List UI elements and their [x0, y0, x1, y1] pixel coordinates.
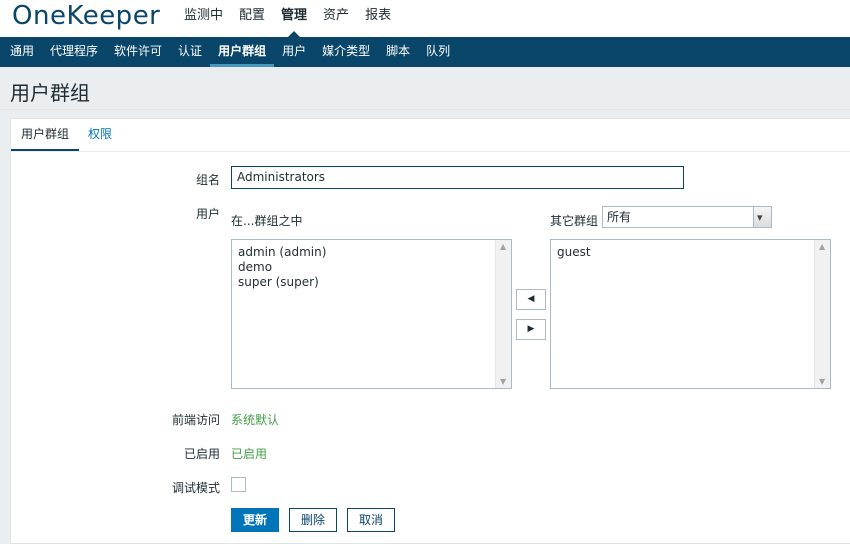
main-menu: 监测中 配置 管理 资产 报表: [176, 0, 399, 37]
submenu-item-user-groups[interactable]: 用户群组: [210, 37, 275, 67]
list-item[interactable]: demo: [238, 260, 326, 275]
submenu-item-general[interactable]: 通用: [2, 37, 42, 67]
move-right-button[interactable]: ▶: [516, 319, 546, 340]
menu-item-configuration[interactable]: 配置: [231, 0, 273, 37]
other-groups-label: 其它群组: [550, 214, 599, 228]
other-users-list[interactable]: guest ▲ ▼: [550, 239, 831, 389]
submenu-item-authentication[interactable]: 认证: [170, 37, 210, 67]
sub-menu: 通用 代理程序 软件许可 认证 用户群组 用户 媒介类型 脚本 队列: [0, 37, 850, 67]
in-group-list-scrollbar[interactable]: ▲ ▼: [495, 240, 511, 388]
menu-item-administration[interactable]: 管理: [273, 0, 315, 37]
submenu-item-media-types[interactable]: 媒介类型: [314, 37, 378, 67]
scroll-down-icon[interactable]: ▼: [500, 377, 506, 386]
submenu-item-proxies[interactable]: 代理程序: [42, 37, 106, 67]
cancel-button[interactable]: 取消: [347, 508, 395, 532]
submenu-item-license[interactable]: 软件许可: [106, 37, 170, 67]
debug-mode-label: 调试模式: [171, 481, 220, 495]
top-header: OneKeeper 监测中 配置 管理 资产 报表: [0, 0, 850, 37]
page-header: 用户群组: [0, 67, 850, 110]
submenu-item-users[interactable]: 用户: [274, 37, 314, 67]
menu-item-administration-label: 管理: [281, 8, 308, 23]
frontend-access-value[interactable]: 系统默认: [231, 411, 279, 428]
move-left-button[interactable]: ◀: [516, 289, 546, 310]
users-label: 用户: [195, 207, 220, 221]
other-groups-select[interactable]: 所有 ▾: [602, 206, 772, 228]
enabled-status-value[interactable]: 已启用: [231, 445, 267, 462]
tab-bar: 用户群组 权限: [11, 119, 850, 152]
other-users-items: guest: [557, 245, 591, 260]
group-name-input[interactable]: Administrators: [231, 166, 684, 189]
other-groups-selected-value: 所有: [607, 210, 632, 224]
list-item[interactable]: admin (admin): [238, 245, 326, 260]
list-item[interactable]: super (super): [238, 275, 326, 290]
in-group-users-items: admin (admin) demo super (super): [238, 245, 326, 290]
menu-item-reports[interactable]: 报表: [357, 0, 399, 37]
app-logo[interactable]: OneKeeper: [12, 1, 160, 31]
form-panel: 用户群组 权限 组名 Administrators 用户 在...群组之中 其它…: [10, 118, 850, 544]
tab-user-group[interactable]: 用户群组: [11, 119, 79, 151]
other-list-scrollbar[interactable]: ▲ ▼: [814, 240, 830, 388]
in-group-users-list[interactable]: admin (admin) demo super (super) ▲ ▼: [231, 239, 512, 389]
in-group-label: 在...群组之中: [231, 214, 303, 228]
submenu-item-scripts[interactable]: 脚本: [378, 37, 418, 67]
dropdown-arrow-button[interactable]: ▾: [753, 207, 771, 227]
enabled-label: 已启用: [183, 447, 220, 461]
page-title: 用户群组: [10, 81, 90, 105]
list-item[interactable]: guest: [557, 245, 591, 260]
group-name-label: 组名: [195, 173, 220, 187]
tab-permissions[interactable]: 权限: [88, 119, 112, 151]
scroll-down-icon[interactable]: ▼: [819, 377, 825, 386]
chevron-down-icon: ▾: [757, 211, 763, 224]
debug-mode-checkbox[interactable]: [231, 477, 246, 492]
menu-item-inventory[interactable]: 资产: [315, 0, 357, 37]
scroll-up-icon[interactable]: ▲: [819, 242, 825, 251]
menu-item-monitoring[interactable]: 监测中: [176, 0, 231, 37]
delete-button[interactable]: 删除: [289, 508, 337, 532]
submenu-item-queue[interactable]: 队列: [418, 37, 458, 67]
update-button[interactable]: 更新: [231, 508, 279, 532]
frontend-access-label: 前端访问: [171, 413, 220, 427]
scroll-up-icon[interactable]: ▲: [500, 242, 506, 251]
